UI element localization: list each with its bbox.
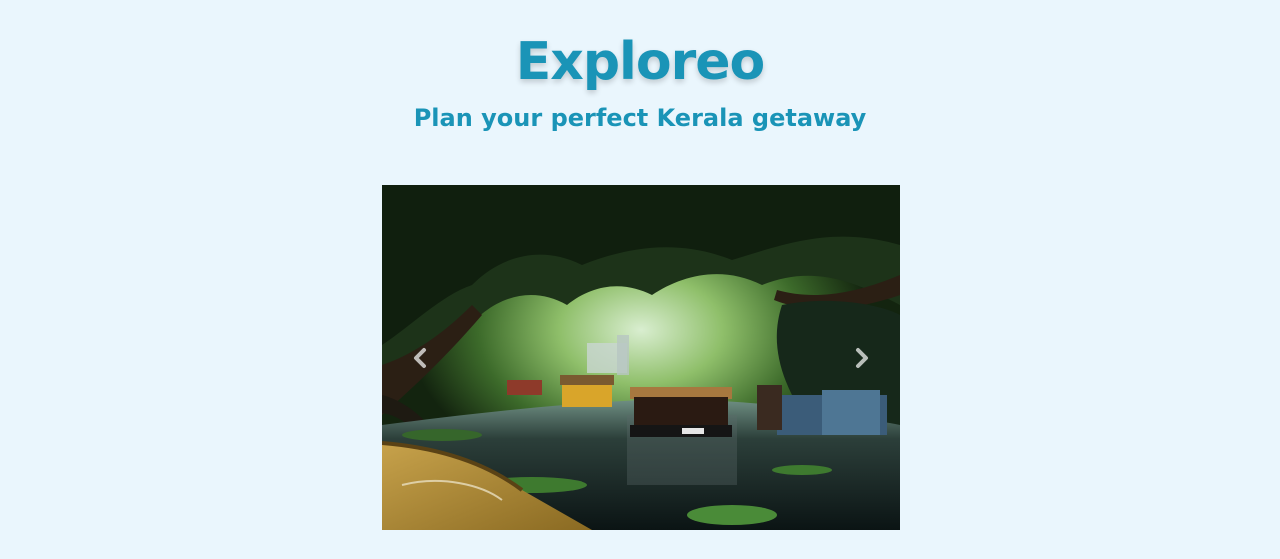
carousel-next-button[interactable]	[848, 345, 874, 371]
backwaters-photo	[382, 185, 900, 530]
image-carousel[interactable]	[382, 185, 900, 530]
tagline: Plan your perfect Kerala getaway	[413, 104, 867, 132]
carousel-prev-button[interactable]	[408, 345, 434, 371]
brand-title: Exploreo	[515, 32, 765, 92]
chevron-right-icon	[856, 348, 868, 368]
chevron-left-icon	[414, 348, 426, 368]
